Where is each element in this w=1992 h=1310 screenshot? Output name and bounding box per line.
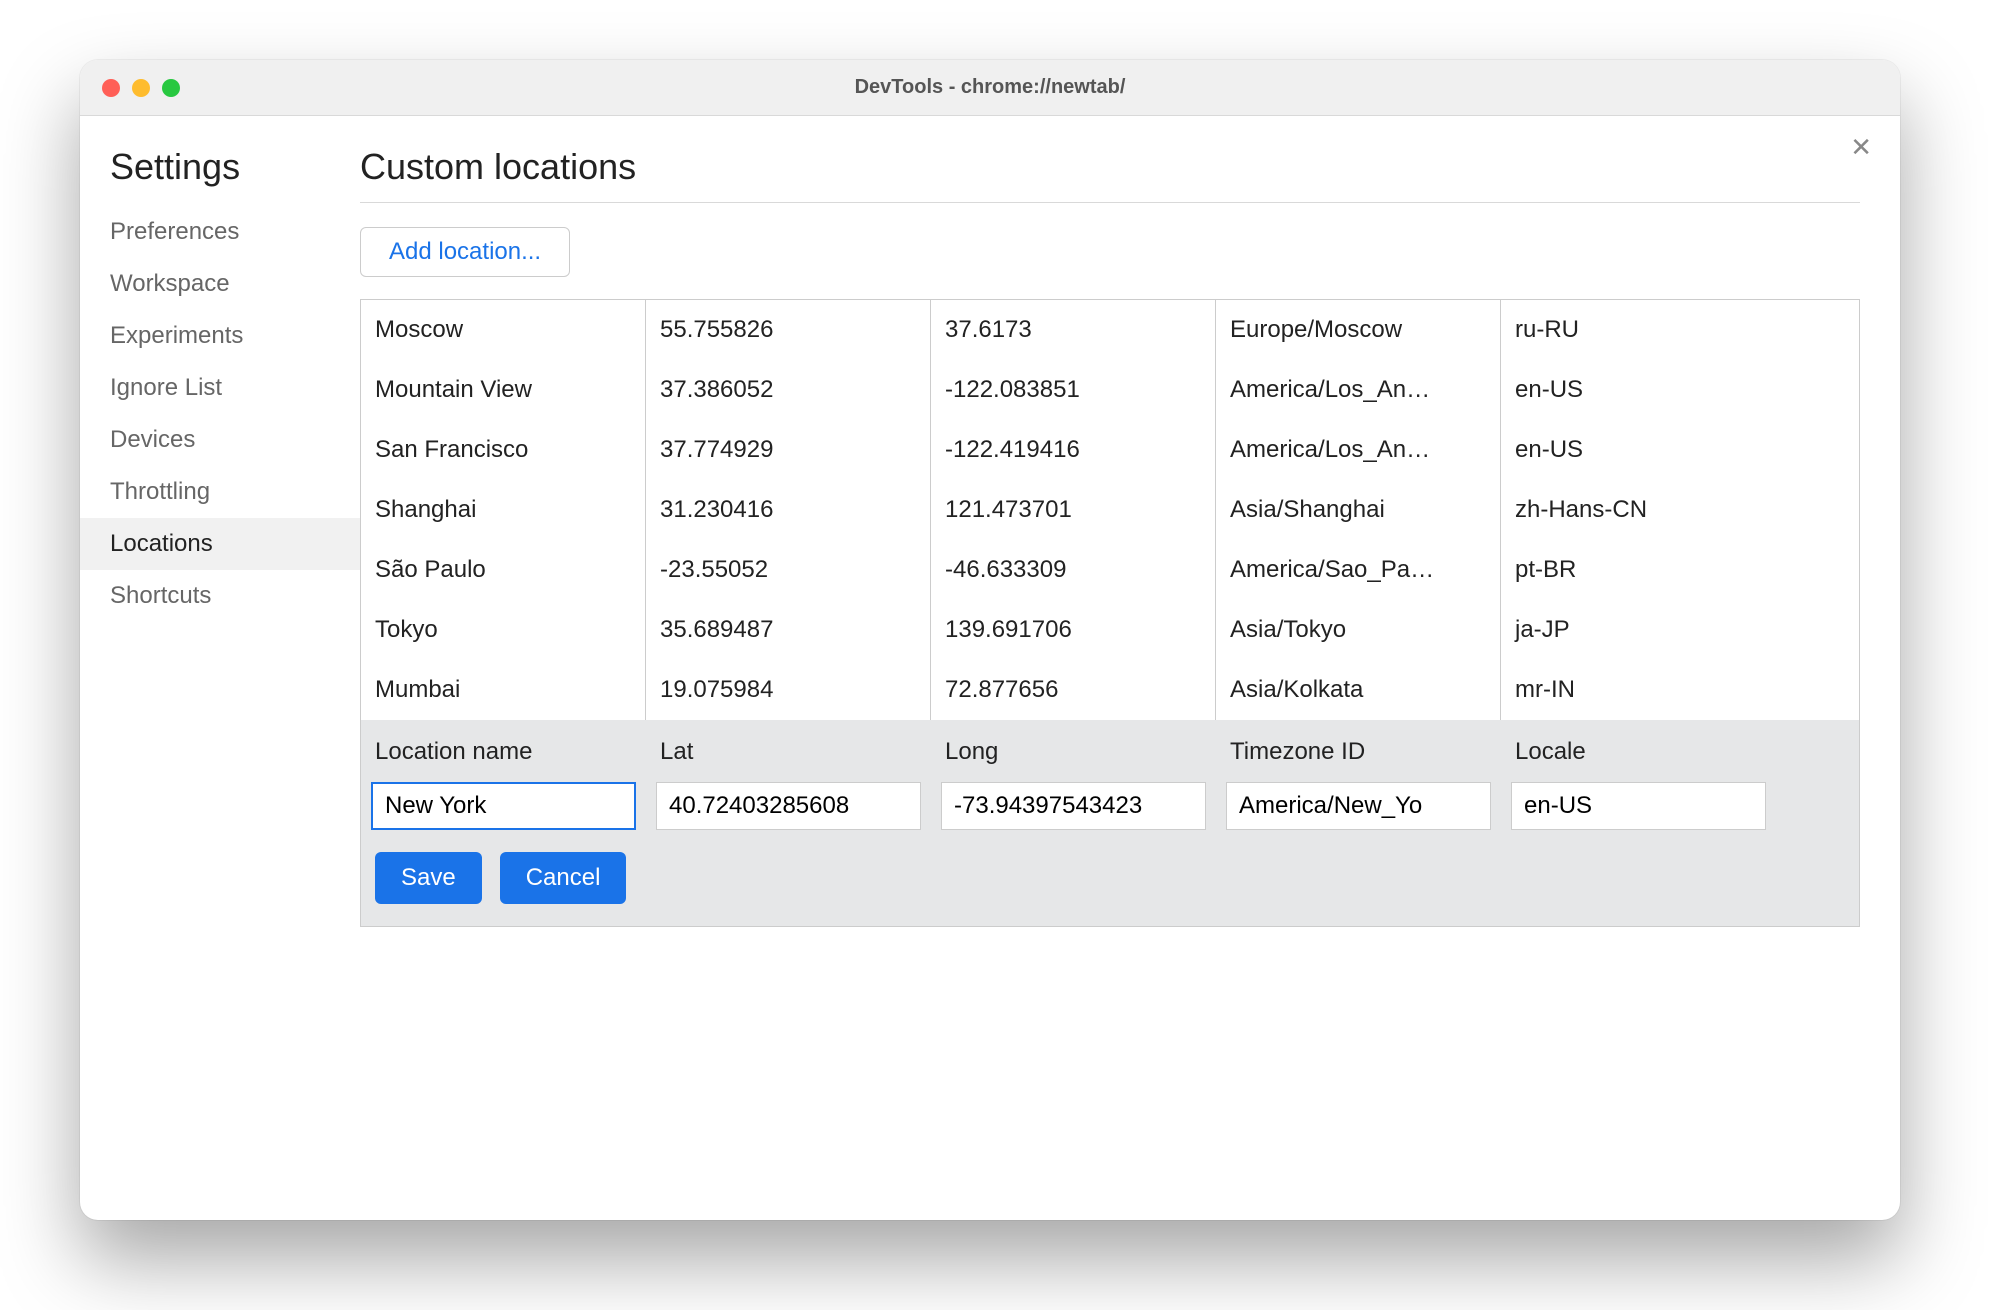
- cell-long[interactable]: -122.419416: [931, 420, 1216, 480]
- titlebar: DevTools - chrome://newtab/: [80, 60, 1900, 116]
- location-name-input[interactable]: [371, 782, 636, 830]
- cell-lat[interactable]: 37.774929: [646, 420, 931, 480]
- cell-name[interactable]: Shanghai: [361, 480, 646, 540]
- window-title: DevTools - chrome://newtab/: [80, 76, 1900, 99]
- cell-name[interactable]: Mumbai: [361, 660, 646, 720]
- header-timezone: Timezone ID: [1216, 722, 1501, 782]
- header-locale: Locale: [1501, 722, 1776, 782]
- close-icon[interactable]: ✕: [1850, 134, 1872, 160]
- cell-long[interactable]: -46.633309: [931, 540, 1216, 600]
- sidebar-item-shortcuts[interactable]: Shortcuts: [80, 570, 360, 622]
- header-location-name: Location name: [361, 722, 646, 782]
- cancel-button[interactable]: Cancel: [500, 852, 627, 904]
- sidebar-item-preferences[interactable]: Preferences: [80, 206, 360, 258]
- settings-sidebar: Settings PreferencesWorkspaceExperiments…: [80, 116, 360, 1220]
- window-minimize-icon[interactable]: [132, 79, 150, 97]
- cell-long[interactable]: 72.877656: [931, 660, 1216, 720]
- cell-locale[interactable]: en-US: [1501, 420, 1776, 480]
- cell-locale[interactable]: en-US: [1501, 360, 1776, 420]
- locations-table: Moscow55.75582637.6173Europe/Moscowru-RU…: [360, 299, 1860, 927]
- timezone-input[interactable]: [1226, 782, 1491, 830]
- cell-locale[interactable]: ru-RU: [1501, 300, 1776, 360]
- cell-long[interactable]: 37.6173: [931, 300, 1216, 360]
- location-editor: Location name Lat Long Timezone ID Local…: [361, 720, 1859, 926]
- cell-lat[interactable]: 31.230416: [646, 480, 931, 540]
- page-title: Custom locations: [360, 146, 1860, 203]
- header-long: Long: [931, 722, 1216, 782]
- cell-lat[interactable]: -23.55052: [646, 540, 931, 600]
- content-area: ✕ Settings PreferencesWorkspaceExperimen…: [80, 116, 1900, 1220]
- cell-lat[interactable]: 37.386052: [646, 360, 931, 420]
- header-lat: Lat: [646, 722, 931, 782]
- cell-name[interactable]: Tokyo: [361, 600, 646, 660]
- cell-locale[interactable]: pt-BR: [1501, 540, 1776, 600]
- add-location-button[interactable]: Add location...: [360, 227, 570, 277]
- cell-long[interactable]: -122.083851: [931, 360, 1216, 420]
- cell-tz[interactable]: America/Los_An…: [1216, 360, 1501, 420]
- app-window: DevTools - chrome://newtab/ ✕ Settings P…: [80, 60, 1900, 1220]
- cell-tz[interactable]: Europe/Moscow: [1216, 300, 1501, 360]
- window-controls: [80, 79, 180, 97]
- sidebar-item-workspace[interactable]: Workspace: [80, 258, 360, 310]
- sidebar-item-locations[interactable]: Locations: [80, 518, 360, 570]
- cell-tz[interactable]: Asia/Shanghai: [1216, 480, 1501, 540]
- main-panel: Custom locations Add location... Moscow5…: [360, 116, 1900, 1220]
- cell-name[interactable]: São Paulo: [361, 540, 646, 600]
- cell-tz[interactable]: America/Los_An…: [1216, 420, 1501, 480]
- sidebar-item-throttling[interactable]: Throttling: [80, 466, 360, 518]
- cell-tz[interactable]: Asia/Tokyo: [1216, 600, 1501, 660]
- lat-input[interactable]: [656, 782, 921, 830]
- cell-name[interactable]: Moscow: [361, 300, 646, 360]
- window-maximize-icon[interactable]: [162, 79, 180, 97]
- window-close-icon[interactable]: [102, 79, 120, 97]
- cell-locale[interactable]: zh-Hans-CN: [1501, 480, 1776, 540]
- cell-locale[interactable]: mr-IN: [1501, 660, 1776, 720]
- cell-long[interactable]: 121.473701: [931, 480, 1216, 540]
- sidebar-item-devices[interactable]: Devices: [80, 414, 360, 466]
- cell-tz[interactable]: America/Sao_Pa…: [1216, 540, 1501, 600]
- cell-lat[interactable]: 19.075984: [646, 660, 931, 720]
- cell-lat[interactable]: 55.755826: [646, 300, 931, 360]
- cell-name[interactable]: Mountain View: [361, 360, 646, 420]
- sidebar-title: Settings: [80, 146, 360, 206]
- cell-tz[interactable]: Asia/Kolkata: [1216, 660, 1501, 720]
- cell-long[interactable]: 139.691706: [931, 600, 1216, 660]
- cell-locale[interactable]: ja-JP: [1501, 600, 1776, 660]
- cell-name[interactable]: San Francisco: [361, 420, 646, 480]
- sidebar-item-ignore-list[interactable]: Ignore List: [80, 362, 360, 414]
- long-input[interactable]: [941, 782, 1206, 830]
- locale-input[interactable]: [1511, 782, 1766, 830]
- sidebar-item-experiments[interactable]: Experiments: [80, 310, 360, 362]
- save-button[interactable]: Save: [375, 852, 482, 904]
- cell-lat[interactable]: 35.689487: [646, 600, 931, 660]
